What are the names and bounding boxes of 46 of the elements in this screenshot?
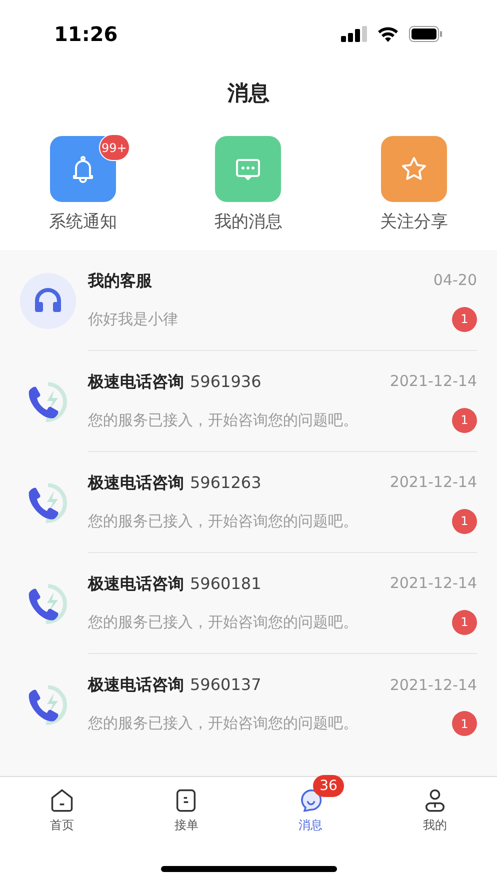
conversation-title: 极速电话咨询 xyxy=(88,674,184,696)
message-preview: 您的服务已接入，开始咨询您的问题吧。 xyxy=(88,612,358,633)
conversation-row[interactable]: 极速电话咨询 5960181 2021-12-14 您的服务已接入，开始咨询您的问题吧。 1 xyxy=(0,553,497,654)
signal-icon xyxy=(341,26,367,42)
message-date: 2021-12-14 xyxy=(390,573,477,594)
conversation-row[interactable]: 极速电话咨询 5961936 2021-12-14 您的服务已接入，开始咨询您的问题吧。 1 xyxy=(0,351,497,452)
conversation-title: 我的客服 xyxy=(88,270,152,292)
wifi-icon xyxy=(377,26,399,42)
tab-item[interactable]: 接单 xyxy=(167,781,206,839)
message-date: 2021-12-14 xyxy=(390,371,477,392)
conversation-title: 极速电话咨询 xyxy=(88,370,184,392)
tab-item[interactable]: 我的 xyxy=(416,781,454,839)
consult-number: 5961936 xyxy=(190,370,262,392)
shortcut-button[interactable] xyxy=(215,136,282,202)
page-title: 消息 xyxy=(228,80,270,108)
conversation-row[interactable]: 极速电话咨询 5961263 2021-12-14 您的服务已接入，开始咨询您的问题吧。 1 xyxy=(0,452,497,553)
unread-badge: 1 xyxy=(452,408,477,432)
conversation-row[interactable]: 我的客服 04-20 你好我是小律 1 xyxy=(0,250,497,351)
conversation-title: 极速电话咨询 xyxy=(88,472,184,494)
unread-badge: 1 xyxy=(452,508,477,534)
unread-badge: 1 xyxy=(452,711,477,736)
consult-number: 5961263 xyxy=(190,472,262,494)
unread-badge: 1 xyxy=(452,610,477,634)
conversation-title: 极速电话咨询 xyxy=(88,572,184,594)
consult-number: 5960137 xyxy=(190,674,262,696)
unread-badge: 1 xyxy=(452,306,477,332)
shortcut-label: 系统通知 xyxy=(48,211,117,234)
shortcut-label: 关注分享 xyxy=(380,211,448,234)
conversation-row[interactable]: 极速电话咨询 5960137 2021-12-14 您的服务已接入，开始咨询您的问题吧。 1 xyxy=(0,654,497,755)
tab-item[interactable]: 首页 xyxy=(43,781,82,839)
home-icon xyxy=(49,786,76,812)
count-badge: 36 xyxy=(312,775,344,797)
message-preview: 您的服务已接入，开始咨询您的问题吧。 xyxy=(88,510,358,532)
shortcut-button[interactable] xyxy=(381,136,448,202)
status-time: 11:26 xyxy=(54,21,118,48)
consult-number: 5960181 xyxy=(190,572,262,594)
message-preview: 您的服务已接入，开始咨询您的问题吧。 xyxy=(88,410,358,431)
battery-icon xyxy=(409,26,443,42)
count-badge: 99+ xyxy=(98,134,130,161)
headset-icon xyxy=(20,272,76,328)
message-preview: 您的服务已接入，开始咨询您的问题吧。 xyxy=(88,713,358,734)
message-date: 04-20 xyxy=(433,270,477,292)
message-preview: 你好我是小律 xyxy=(88,308,178,330)
message-date: 2021-12-14 xyxy=(390,674,477,696)
shortcut-label: 我的消息 xyxy=(214,211,282,234)
message-date: 2021-12-14 xyxy=(390,472,477,494)
